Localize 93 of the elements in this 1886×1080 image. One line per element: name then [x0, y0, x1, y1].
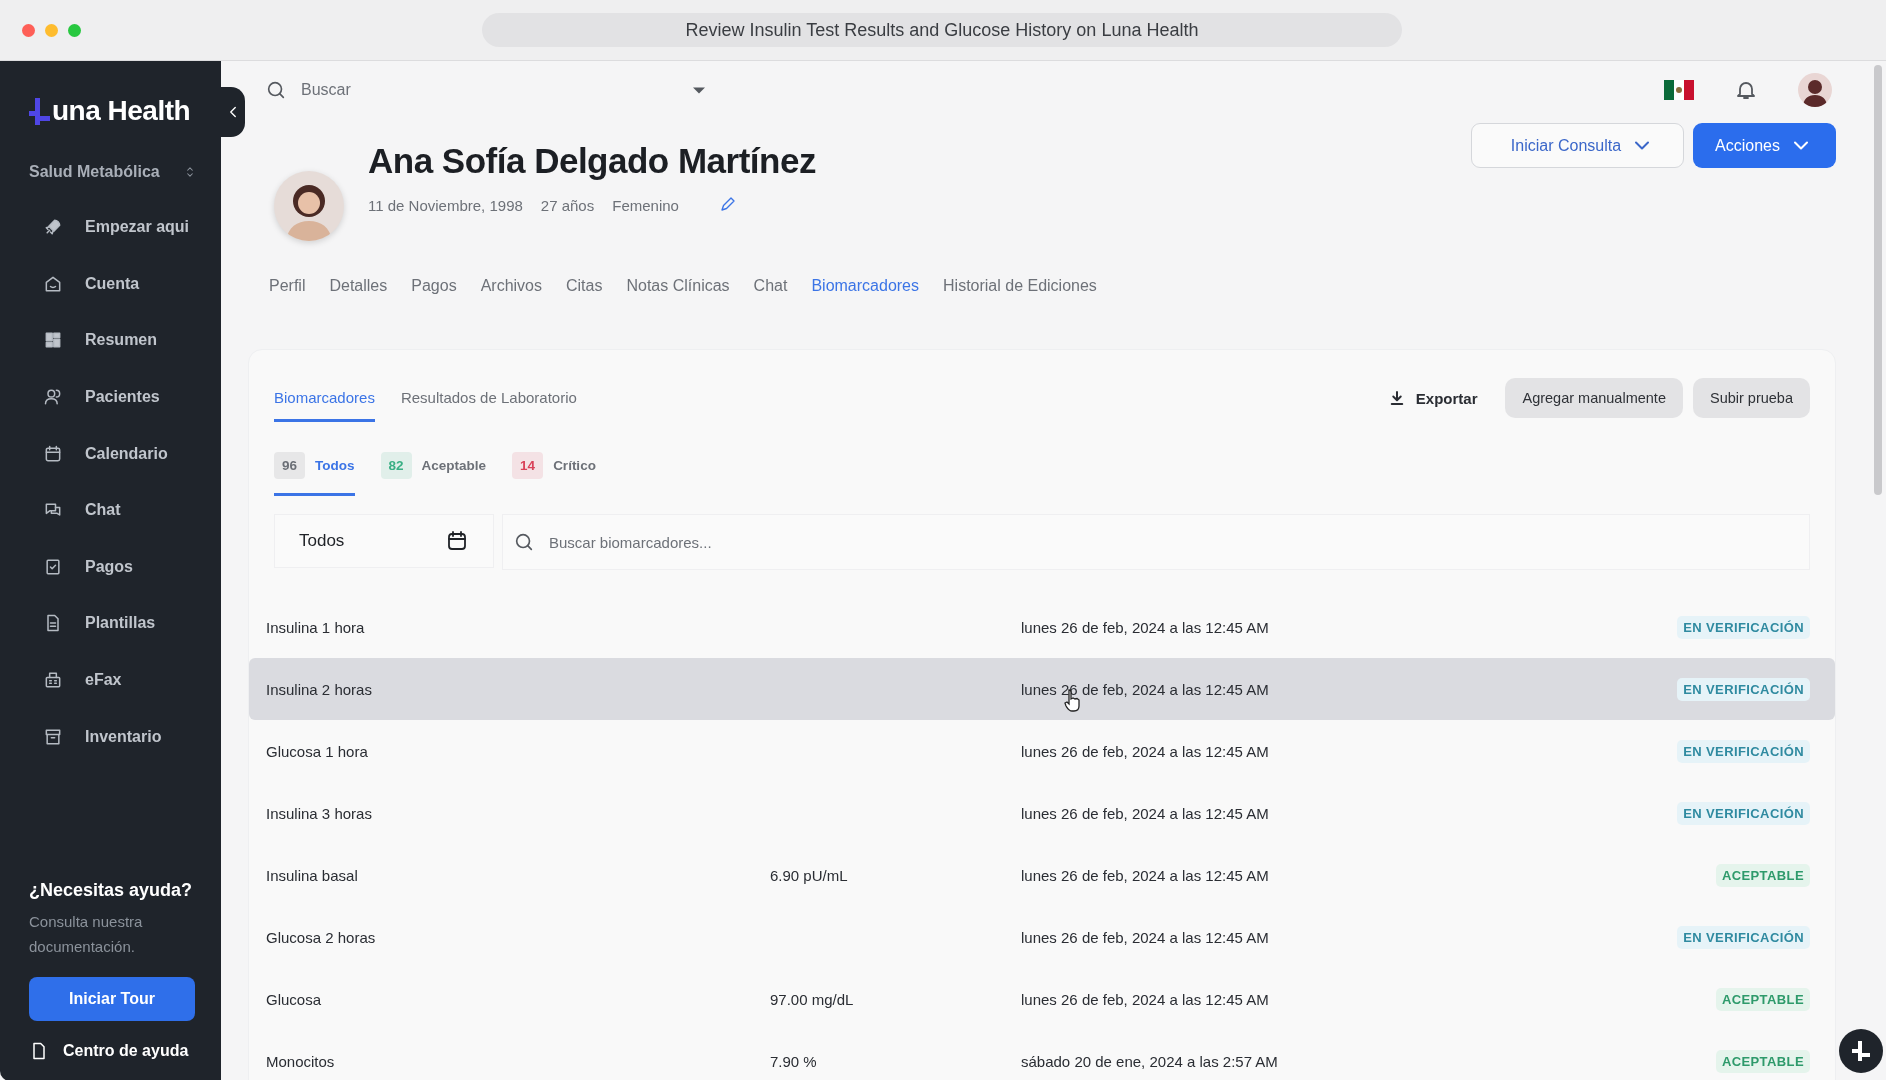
- window-title: Review Insulin Test Results and Glucose History on Luna Health: [482, 13, 1402, 47]
- tab[interactable]: Archivos: [480, 277, 542, 295]
- sidebar-item[interactable]: Pagos: [0, 538, 221, 596]
- biomarker-name: Insulina basal: [266, 866, 358, 884]
- export-button[interactable]: Exportar: [1381, 388, 1484, 408]
- actions-button[interactable]: Acciones: [1693, 123, 1836, 168]
- tab[interactable]: Historial de Ediciones: [943, 277, 1097, 295]
- search-field[interactable]: Buscar: [248, 79, 705, 101]
- scrollbar[interactable]: [1874, 65, 1882, 495]
- pencil-icon: [718, 195, 737, 213]
- sidebar-item[interactable]: Inventario: [0, 708, 221, 765]
- start-consultation-button[interactable]: Iniciar Consulta: [1470, 123, 1685, 168]
- result-date: lunes 26 de feb, 2024 a las 12:45 AM: [1021, 990, 1269, 1008]
- status-badge: ACEPTABLE: [1715, 987, 1810, 1011]
- result-date: lunes 26 de feb, 2024 a las 12:45 AM: [1021, 866, 1269, 884]
- tab[interactable]: Notas Clínicas: [626, 277, 730, 295]
- status-badge: EN VERIFICACIÓN: [1677, 925, 1810, 949]
- biomarker-name: Glucosa: [266, 990, 322, 1008]
- biomarker-name: Glucosa 1 hora: [266, 742, 368, 760]
- patient-avatar: [274, 171, 344, 241]
- tab[interactable]: Detalles: [329, 277, 388, 295]
- upload-test-button[interactable]: Subir prueba: [1692, 378, 1810, 418]
- result-date: lunes 26 de feb, 2024 a las 12:45 AM: [1021, 742, 1269, 760]
- biomarker-row[interactable]: Glucosa 2 horas lunes 26 de feb, 2024 a las 12:45 AM EN VERIFICACIÓN: [249, 906, 1835, 968]
- result-date: lunes 26 de feb, 2024 a las 12:45 AM: [1021, 928, 1269, 946]
- filter-tab[interactable]: 14 Crítico: [512, 452, 596, 496]
- biomarker-row[interactable]: Insulina 1 hora lunes 26 de feb, 2024 a las 12:45 AM EN VERIFICACIÓN: [249, 596, 1835, 658]
- status-badge: ACEPTABLE: [1715, 1049, 1810, 1073]
- biomarker-name: Glucosa 2 horas: [266, 928, 376, 946]
- biomarker-name: Insulina 1 hora: [266, 618, 365, 636]
- sidebar-item[interactable]: eFax: [0, 651, 221, 709]
- calendar-icon: [43, 443, 63, 464]
- collapse-button[interactable]: [221, 87, 245, 137]
- patient-sex: Femenino: [612, 197, 679, 214]
- caret-icon: [693, 86, 705, 94]
- patient-name: Ana Sofía Delgado Martínez: [368, 141, 816, 181]
- flag-icon[interactable]: [1664, 80, 1694, 100]
- filter-tab[interactable]: 82 Aceptable: [380, 452, 487, 496]
- result-date: lunes 26 de feb, 2024 a las 12:45 AM: [1021, 618, 1269, 636]
- sidebar-item[interactable]: Pacientes: [0, 368, 221, 426]
- status-badge: EN VERIFICACIÓN: [1677, 739, 1810, 763]
- tab[interactable]: Pagos: [411, 277, 457, 295]
- tab[interactable]: Chat: [753, 277, 788, 295]
- logo-icon: [1852, 1041, 1870, 1061]
- biomarker-value: 6.90 pU/mL: [770, 866, 848, 884]
- help-center-link[interactable]: Centro de ayuda: [63, 1042, 189, 1060]
- biomarker-row[interactable]: Monocitos 7.90 % sábado 20 de ene, 2024 a las 2:57 AM ACEPTABLE: [249, 1030, 1835, 1080]
- logo-icon: [28, 96, 50, 126]
- user-avatar[interactable]: [1798, 73, 1832, 107]
- chevron-down-icon: [1794, 141, 1808, 150]
- chevron-down-icon: [1635, 141, 1650, 150]
- filter-tab[interactable]: 96 Todos: [274, 452, 355, 496]
- status-badge: EN VERIFICACIÓN: [1677, 677, 1810, 701]
- floating-action-button[interactable]: [1839, 1029, 1883, 1073]
- brand-name: una Health: [52, 95, 191, 127]
- tab[interactable]: Citas: [566, 277, 603, 295]
- result-date: sábado 20 de ene, 2024 a las 2:57 AM: [1021, 1052, 1278, 1070]
- result-date: lunes 26 de feb, 2024 a las 12:45 AM: [1021, 804, 1269, 822]
- biomarker-row[interactable]: Glucosa 1 hora lunes 26 de feb, 2024 a las 12:45 AM EN VERIFICACIÓN: [249, 720, 1835, 782]
- sidebar-item[interactable]: Empezar aqui: [0, 199, 221, 256]
- add-manually-button[interactable]: Agregar manualmente: [1505, 378, 1683, 418]
- sidebar-item[interactable]: Resumen: [0, 312, 221, 369]
- status-badge: ACEPTABLE: [1715, 863, 1810, 887]
- sidebar-item[interactable]: Calendario: [0, 425, 221, 482]
- biomarker-row[interactable]: Insulina basal 6.90 pU/mL lunes 26 de feb, 2024 a las 12:45 AM ACEPTABLE: [249, 844, 1835, 906]
- search-icon: [513, 531, 535, 553]
- sidebar-item[interactable]: Cuenta: [0, 255, 221, 313]
- close-window-button[interactable]: [22, 23, 35, 37]
- panel-tab[interactable]: Biomarcadores: [274, 374, 375, 422]
- biomarker-name: Insulina 2 horas: [266, 680, 372, 698]
- tab[interactable]: Perfil: [269, 277, 306, 295]
- status-badge: EN VERIFICACIÓN: [1677, 801, 1810, 825]
- start-tour-button[interactable]: Iniciar Tour: [29, 977, 195, 1021]
- sidebar-item[interactable]: Chat: [0, 481, 221, 539]
- help-heading: ¿Necesitas ayuda?: [29, 880, 192, 901]
- birth-date: 11 de Noviembre, 1998: [368, 197, 523, 214]
- period-select[interactable]: Todos: [274, 514, 494, 568]
- calendar-icon: [445, 529, 469, 553]
- panel-tab[interactable]: Resultados de Laboratorio: [400, 374, 577, 422]
- biomarker-value: 97.00 mg/dL: [770, 990, 854, 1008]
- search-icon: [265, 79, 287, 101]
- help-text: Consulta nuestra documentación.: [29, 912, 144, 957]
- biomarker-name: Insulina 3 horas: [266, 804, 372, 822]
- sidebar-item[interactable]: Plantillas: [0, 595, 221, 652]
- biomarker-row[interactable]: Insulina 3 horas lunes 26 de feb, 2024 a las 12:45 AM EN VERIFICACIÓN: [249, 782, 1835, 844]
- biomarker-search-field[interactable]: Buscar biomarcadores...: [502, 514, 1810, 570]
- biomarker-row[interactable]: Glucosa 97.00 mg/dL lunes 26 de feb, 2024 a las 12:45 AM ACEPTABLE: [249, 968, 1835, 1030]
- biomarker-name: Monocitos: [266, 1052, 335, 1070]
- workspace-name: Salud Metabólica: [29, 163, 160, 181]
- tab[interactable]: Biomarcadores: [811, 277, 919, 295]
- biomarker-value: 7.90 %: [770, 1052, 817, 1070]
- patient-age: 27 años: [540, 197, 595, 214]
- status-badge: EN VERIFICACIÓN: [1677, 615, 1810, 639]
